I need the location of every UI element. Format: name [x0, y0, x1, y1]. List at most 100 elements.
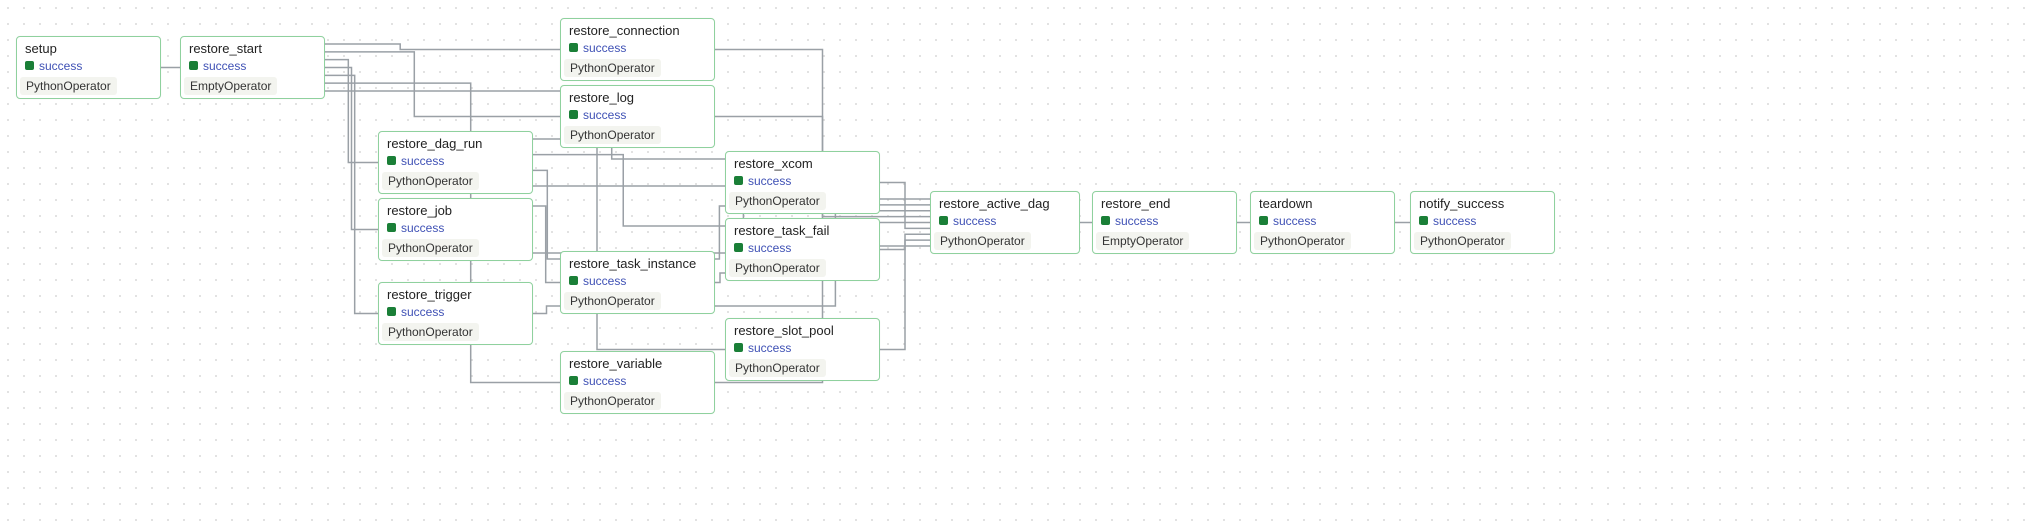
task-node-restore-connection[interactable]: restore_connectionsuccessPythonOperator [560, 18, 715, 81]
task-status-row: success [726, 241, 879, 257]
status-success-icon [25, 61, 34, 70]
status-success-icon [569, 43, 578, 52]
task-status-text: success [401, 305, 444, 319]
task-title: restore_task_instance [561, 252, 714, 274]
task-status-text: success [953, 214, 996, 228]
task-title: restore_active_dag [931, 192, 1079, 214]
task-status-row: success [1251, 214, 1394, 230]
status-success-icon [734, 343, 743, 352]
task-node-restore-task-fail[interactable]: restore_task_failsuccess PythonOperator [725, 218, 880, 281]
status-success-icon [189, 61, 198, 70]
task-status-row: success [1411, 214, 1554, 230]
status-success-icon [734, 243, 743, 252]
task-title: setup [17, 37, 160, 59]
task-status-row: success [561, 108, 714, 124]
task-node-restore-task-instance[interactable]: restore_task_instancesuccess PythonOperat… [560, 251, 715, 314]
task-status-text: success [583, 274, 626, 288]
task-title: restore_xcom [726, 152, 879, 174]
task-status-text: success [748, 241, 791, 255]
edge [880, 183, 930, 229]
task-node-restore-slot-pool[interactable]: restore_slot_poolsuccess PythonOperator [725, 318, 880, 381]
status-success-icon [569, 376, 578, 385]
task-operator-badge: PythonOperator [1414, 232, 1511, 250]
task-title: teardown [1251, 192, 1394, 214]
task-status-text: success [1433, 214, 1476, 228]
edge [880, 240, 930, 349]
task-operator-badge: PythonOperator [729, 259, 826, 277]
task-status-text: success [583, 108, 626, 122]
status-success-icon [1419, 216, 1428, 225]
status-success-icon [1259, 216, 1268, 225]
task-title: restore_end [1093, 192, 1236, 214]
edge [533, 206, 560, 283]
task-title: restore_variable [561, 352, 714, 374]
status-success-icon [387, 156, 396, 165]
edge [325, 75, 378, 313]
task-status-row: success [561, 41, 714, 57]
task-node-teardown[interactable]: teardownsuccess PythonOperator [1250, 191, 1395, 254]
task-title: restore_task_fail [726, 219, 879, 241]
task-operator-badge: EmptyOperator [1096, 232, 1189, 250]
task-status-row: success [931, 214, 1079, 230]
task-status-text: success [1115, 214, 1158, 228]
task-status-row: success [726, 341, 879, 357]
task-operator-badge: PythonOperator [1254, 232, 1351, 250]
task-operator-badge: EmptyOperator [184, 77, 277, 95]
task-node-restore-end[interactable]: restore_endsuccess EmptyOperator [1092, 191, 1237, 254]
task-node-setup[interactable]: setupsuccessPythonOperator [16, 36, 161, 99]
task-status-text: success [401, 154, 444, 168]
edge [533, 306, 560, 314]
task-operator-badge: PythonOperator [729, 359, 826, 377]
task-status-row: success [561, 374, 714, 390]
task-title: restore_trigger [379, 283, 532, 305]
task-operator-badge: PythonOperator [564, 392, 661, 410]
task-operator-badge: PythonOperator [564, 126, 661, 144]
task-operator-badge: PythonOperator [382, 172, 479, 190]
task-status-row: success [181, 59, 324, 75]
edge [325, 44, 560, 50]
status-success-icon [569, 276, 578, 285]
task-operator-badge: PythonOperator [729, 192, 826, 210]
task-status-text: success [583, 374, 626, 388]
task-status-text: success [203, 59, 246, 73]
status-success-icon [734, 176, 743, 185]
edge [715, 206, 725, 259]
task-title: restore_job [379, 199, 532, 221]
task-title: restore_slot_pool [726, 319, 879, 341]
task-node-restore-xcom[interactable]: restore_xcomsuccess PythonOperator [725, 151, 880, 214]
task-status-text: success [583, 41, 626, 55]
edge [325, 68, 378, 230]
task-node-restore-job[interactable]: restore_jobsuccessPythonOperator [378, 198, 533, 261]
task-node-restore-active-dag[interactable]: restore_active_dagsuccess PythonOperator [930, 191, 1080, 254]
task-status-row: success [561, 274, 714, 290]
task-title: restore_start [181, 37, 324, 59]
task-title: restore_connection [561, 19, 714, 41]
edge [533, 170, 560, 259]
status-success-icon [569, 110, 578, 119]
task-title: notify_success [1411, 192, 1554, 214]
task-node-restore-trigger[interactable]: restore_triggersuccess PythonOperator [378, 282, 533, 345]
edge [325, 60, 378, 163]
task-operator-badge: PythonOperator [934, 232, 1031, 250]
task-status-text: success [748, 174, 791, 188]
task-status-row: success [726, 174, 879, 190]
edge [533, 155, 725, 226]
task-status-row: success [1093, 214, 1236, 230]
task-node-restore-variable[interactable]: restore_variablesuccess PythonOperator [560, 351, 715, 414]
task-status-row: success [17, 59, 160, 75]
status-success-icon [387, 307, 396, 316]
task-title: restore_log [561, 86, 714, 108]
status-success-icon [939, 216, 948, 225]
task-status-row: success [379, 154, 532, 170]
edge [880, 234, 930, 249]
task-operator-badge: PythonOperator [564, 292, 661, 310]
status-success-icon [387, 223, 396, 232]
task-operator-badge: PythonOperator [382, 323, 479, 341]
task-node-notify-success[interactable]: notify_successsuccess PythonOperator [1410, 191, 1555, 254]
task-title: restore_dag_run [379, 132, 532, 154]
task-node-restore-start[interactable]: restore_startsuccess EmptyOperator [180, 36, 325, 99]
task-status-text: success [1273, 214, 1316, 228]
task-node-restore-log[interactable]: restore_logsuccess PythonOperator [560, 85, 715, 148]
task-status-text: success [401, 221, 444, 235]
task-node-restore-dag-run[interactable]: restore_dag_runsuccess PythonOperator [378, 131, 533, 194]
